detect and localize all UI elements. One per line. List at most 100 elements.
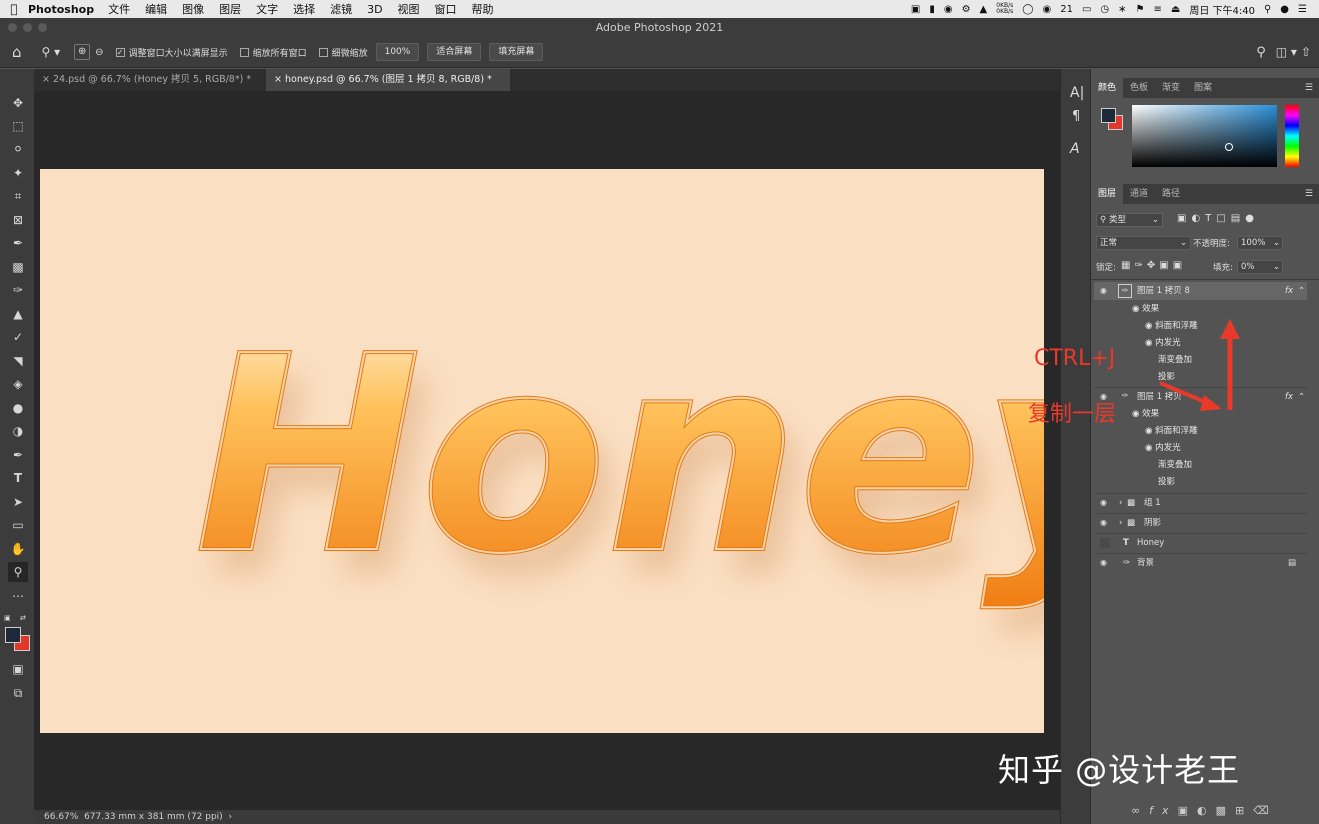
collapse-effects-icon[interactable]: ⌃ <box>1298 388 1305 406</box>
fx-badge[interactable]: fx <box>1285 388 1293 406</box>
blur-tool-icon[interactable]: ● <box>8 398 28 418</box>
clock[interactable]: 周日 下午4:40 <box>1189 2 1255 17</box>
visibility-eye-icon[interactable]: ◉ <box>1145 443 1152 453</box>
quick-mask-icon[interactable]: ▣ <box>8 659 28 679</box>
effect-gradient-overlay[interactable]: 渐变叠加 <box>1158 458 1192 470</box>
magic-wand-tool-icon[interactable]: ✦ <box>8 163 28 183</box>
share-doc-icon[interactable]: ⇧ <box>1301 45 1311 59</box>
fit-screen-button[interactable]: 适合屏幕 <box>427 43 482 61</box>
fx-badge[interactable]: fx <box>1285 282 1293 300</box>
tab-close-icon[interactable]: × <box>42 74 50 85</box>
add-mask-icon[interactable]: ▣ <box>1178 804 1197 817</box>
layer-row-background[interactable]: ◉ ✑ 背景 ▤ <box>1094 553 1307 571</box>
layer-row-shadow-group[interactable]: ◉ › ▩ 阴影 <box>1094 513 1307 531</box>
blend-mode-select[interactable]: 正常 ⌄ <box>1096 236 1191 250</box>
opera-icon[interactable]: ◯ <box>1022 4 1033 15</box>
control-center-icon[interactable]: ☰ <box>1298 4 1307 15</box>
lock-transparent-icon[interactable]: ▦ <box>1121 260 1134 271</box>
swap-colors-icon[interactable]: ⇄ <box>20 614 26 622</box>
frame-tool-icon[interactable]: ⊠ <box>8 210 28 230</box>
flag-icon[interactable]: ⚑ <box>1136 4 1145 15</box>
fill-input[interactable]: 0% ⌄ <box>1237 260 1283 274</box>
effects-row[interactable]: ◉ 效果 <box>1132 302 1159 314</box>
document-canvas[interactable]: Honey Honey Honey <box>40 169 1044 733</box>
visibility-eye-icon[interactable]: ◉ <box>1100 554 1107 572</box>
character-panel-icon[interactable]: A| <box>1070 85 1084 101</box>
lock-all-icon[interactable]: ▣ <box>1173 260 1186 271</box>
pen-tool-icon[interactable]: ✒ <box>8 445 28 465</box>
shape-filter-icon[interactable]: □ <box>1216 213 1230 224</box>
tab-swatches[interactable]: 色板 <box>1123 78 1155 98</box>
paint-bucket-tool-icon[interactable]: ◈ <box>8 374 28 394</box>
eject-icon[interactable]: ⏏ <box>1171 4 1180 15</box>
apple-icon[interactable]:  <box>0 2 28 16</box>
marquee-tool-icon[interactable]: ⬚ <box>8 116 28 136</box>
panel-menu-icon[interactable]: ☰ <box>1305 83 1313 93</box>
menu-view[interactable]: 视图 <box>398 1 420 17</box>
home-icon[interactable]: ⌂ <box>12 43 22 61</box>
layer-row-group-1[interactable]: ◉ › ▩ 组 1 <box>1094 493 1307 511</box>
zoom-tool-icon[interactable]: ⚲ <box>8 562 28 582</box>
tab-honey-psd[interactable]: × honey.psd @ 66.7% (图层 1 拷贝 8, RGB/8) * <box>266 69 510 91</box>
visibility-eye-icon[interactable]: ◉ <box>1100 514 1107 532</box>
history-brush-tool-icon[interactable]: ✓ <box>8 327 28 347</box>
menu-select[interactable]: 选择 <box>293 1 315 17</box>
visibility-eye-icon[interactable]: ◉ <box>1100 494 1107 512</box>
smart-object-filter-icon[interactable]: ▤ <box>1231 213 1245 224</box>
lock-image-icon[interactable]: ✑ <box>1134 260 1146 271</box>
zoom-all-windows-checkbox[interactable]: 缩放所有窗口 <box>239 46 307 59</box>
workspace-icon[interactable]: ◫ ▾ <box>1276 45 1297 59</box>
glyphs-panel-icon[interactable]: A <box>1070 141 1080 157</box>
healing-brush-tool-icon[interactable]: ▩ <box>8 257 28 277</box>
zoom-out-icon[interactable]: ⊖ <box>95 47 103 58</box>
layer-row-copy-8[interactable]: ◉ ✑ 图层 1 拷贝 8 fx ⌃ <box>1094 282 1307 300</box>
minimize-window-button[interactable] <box>23 23 32 32</box>
layer-filter-icons[interactable]: ▣◐T□▤● <box>1177 213 1259 224</box>
move-tool-icon[interactable]: ✥ <box>8 93 28 113</box>
menu-help[interactable]: 帮助 <box>472 1 494 17</box>
new-layer-icon[interactable]: ⊞ <box>1235 804 1253 817</box>
opacity-input[interactable]: 100% ⌄ <box>1237 236 1283 250</box>
scrubby-zoom-checkbox[interactable]: 细微缩放 <box>318 46 368 59</box>
visibility-eye-icon[interactable]: ◉ <box>1132 409 1139 419</box>
visibility-eye-icon[interactable]: ◉ <box>1132 304 1139 314</box>
filter-toggle-icon[interactable]: ● <box>1245 213 1259 224</box>
menu-app-name[interactable]: Photoshop <box>28 3 94 16</box>
canvas-area[interactable]: Honey Honey Honey <box>34 91 1060 810</box>
screen-mode-icon[interactable]: ⧉ <box>8 683 28 703</box>
status-zoom[interactable]: 66.67% <box>44 812 78 822</box>
lasso-tool-icon[interactable]: ⚪ <box>8 139 28 159</box>
link-layers-icon[interactable]: ∞ <box>1131 804 1149 817</box>
screen-record-icon[interactable]: ▣ <box>911 4 920 15</box>
display-icon[interactable]: ▭ <box>1082 4 1091 15</box>
share-icon[interactable]: ◉ <box>944 4 953 15</box>
path-selection-tool-icon[interactable]: ➤ <box>8 492 28 512</box>
effect-bevel-emboss[interactable]: ◉ 斜面和浮雕 <box>1145 424 1198 436</box>
search-icon[interactable]: ⚲ <box>1256 45 1266 60</box>
adjustment-filter-icon[interactable]: ◐ <box>1191 213 1205 224</box>
tab-layers[interactable]: 图层 <box>1091 184 1124 204</box>
zoom-100-button[interactable]: 100% <box>375 43 420 61</box>
dodge-tool-icon[interactable]: ◑ <box>8 421 28 441</box>
color-picker-cursor[interactable] <box>1225 143 1233 151</box>
hand-tool-icon[interactable]: ✋ <box>8 539 28 559</box>
hue-slider[interactable] <box>1285 105 1299 167</box>
layer-row-honey-text[interactable]: T Honey <box>1094 533 1307 551</box>
crop-tool-icon[interactable]: ⌗ <box>8 186 28 206</box>
default-colors-icon[interactable]: ▣ <box>4 614 11 622</box>
resize-windows-checkbox[interactable]: ✓ 调整窗口大小以满屏显示 <box>115 46 228 59</box>
wechat-icon[interactable]: ◉ <box>1042 4 1051 15</box>
menu-layer[interactable]: 图层 <box>219 1 241 17</box>
tab-gradients[interactable]: 渐变 <box>1155 78 1187 98</box>
rectangle-tool-icon[interactable]: ▭ <box>8 515 28 535</box>
chevron-right-icon[interactable]: › <box>226 812 232 822</box>
lock-artboard-icon[interactable]: ▣ <box>1159 260 1172 271</box>
bluetooth-icon[interactable]: ∗ <box>1118 4 1126 15</box>
clone-stamp-tool-icon[interactable]: ▲ <box>8 304 28 324</box>
visibility-toggle-off[interactable] <box>1100 538 1110 548</box>
cat-icon[interactable]: ▲ <box>980 4 988 15</box>
pixel-filter-icon[interactable]: ▣ <box>1177 213 1191 224</box>
visibility-eye-icon[interactable]: ◉ <box>1145 426 1152 436</box>
menu-type[interactable]: 文字 <box>256 1 278 17</box>
fill-screen-button[interactable]: 填充屏幕 <box>489 43 544 61</box>
